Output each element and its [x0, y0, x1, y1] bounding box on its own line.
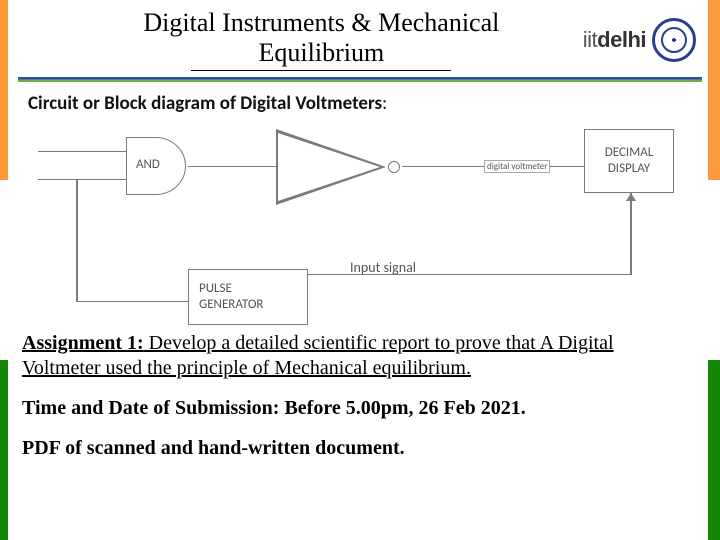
slide-title: Digital Instruments & Mechanical Equilib… — [60, 8, 583, 68]
arrowhead-icon — [626, 193, 636, 201]
assignment-paragraph: Assignment 1: Develop a detailed scienti… — [22, 331, 694, 382]
submission-time: Time and Date of Submission: Before 5.00… — [22, 396, 694, 422]
pulse-generator-block: PULSE GENERATOR — [188, 269, 308, 325]
body-text: Assignment 1: Develop a detailed scienti… — [0, 319, 720, 461]
title-line-1: Digital Instruments & Mechanical — [143, 8, 499, 37]
decimal-display-block: DECIMAL DISPLAY — [584, 129, 674, 193]
pdf-note: PDF of scanned and hand-written document… — [22, 436, 694, 462]
flag-stripe-left — [0, 0, 8, 540]
wire — [38, 151, 126, 153]
brand-text: iitdelhi — [583, 27, 646, 53]
wire — [38, 179, 126, 181]
wire — [630, 193, 632, 275]
title-underline — [191, 70, 451, 71]
assignment-label: Assignment 1: — [22, 332, 144, 354]
institute-seal-icon — [652, 18, 696, 62]
header: Digital Instruments & Mechanical Equilib… — [0, 0, 720, 73]
section-heading: Circuit or Block diagram of Digital Volt… — [0, 82, 720, 119]
brand: iitdelhi — [583, 8, 696, 62]
and-gate-icon: AND — [126, 137, 188, 195]
wire — [76, 179, 78, 301]
inverter-bubble-icon — [388, 161, 400, 173]
wire — [76, 301, 188, 303]
wire-tiny-label: digital voltmeter — [484, 160, 550, 173]
input-signal-label: Input signal — [350, 259, 416, 276]
wire — [188, 166, 276, 168]
title-block: Digital Instruments & Mechanical Equilib… — [60, 8, 583, 71]
title-line-2: Equilibrium — [259, 38, 385, 67]
flag-stripe-right — [708, 0, 720, 540]
and-gate-label: AND — [136, 157, 160, 172]
block-diagram: AND digital voltmeter DECIMAL DISPLAY PU… — [18, 119, 688, 319]
buffer-fill — [278, 133, 380, 201]
